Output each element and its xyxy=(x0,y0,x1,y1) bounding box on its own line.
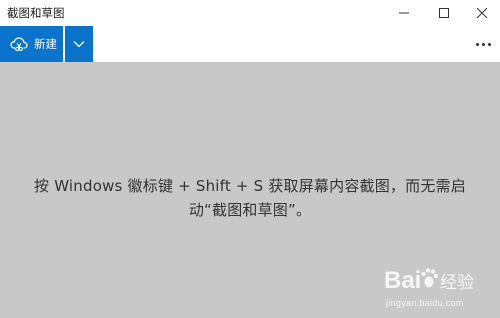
snip-and-sketch-window: 截图和草图 新建 按 Windows 徽标键 + Shift + S 获取屏幕内… xyxy=(0,0,500,318)
more-options-button[interactable] xyxy=(470,34,496,54)
baidu-logo: Bai 经验 xyxy=(384,262,496,298)
new-snip-button[interactable]: 新建 xyxy=(0,26,63,62)
minimize-button[interactable] xyxy=(386,0,422,26)
baidu-watermark: Bai 经验 jingyan.baidu.com xyxy=(384,262,496,314)
minimize-icon xyxy=(399,12,409,14)
new-snip-label: 新建 xyxy=(34,37,57,51)
close-icon xyxy=(477,8,487,18)
maximize-icon xyxy=(439,8,449,18)
watermark-url: jingyan.baidu.com xyxy=(386,298,464,308)
svg-text:经验: 经验 xyxy=(440,273,474,293)
more-dot xyxy=(481,42,485,46)
more-dot xyxy=(487,42,491,46)
svg-text:Bai: Bai xyxy=(384,267,421,294)
maximize-button[interactable] xyxy=(426,0,462,26)
shortcut-hint-line-1: 按 Windows 徽标键 + Shift + S 获取屏幕内容截图，而无需启 xyxy=(34,177,466,195)
new-snip-dropdown-button[interactable] xyxy=(65,26,93,62)
shortcut-hint-line-2: 动“截图和草图”。 xyxy=(188,201,312,219)
close-button[interactable] xyxy=(464,0,500,26)
title-bar: 截图和草图 xyxy=(0,0,500,26)
canvas-area: 按 Windows 徽标键 + Shift + S 获取屏幕内容截图，而无需启 … xyxy=(0,62,500,318)
more-dots-icon xyxy=(475,42,479,46)
cloud-scissors-icon xyxy=(10,36,28,52)
chevron-down-icon xyxy=(73,41,85,48)
app-title: 截图和草图 xyxy=(7,6,65,20)
shortcut-hint: 按 Windows 徽标键 + Shift + S 获取屏幕内容截图，而无需启 … xyxy=(10,174,490,222)
command-bar: 新建 xyxy=(0,26,500,62)
